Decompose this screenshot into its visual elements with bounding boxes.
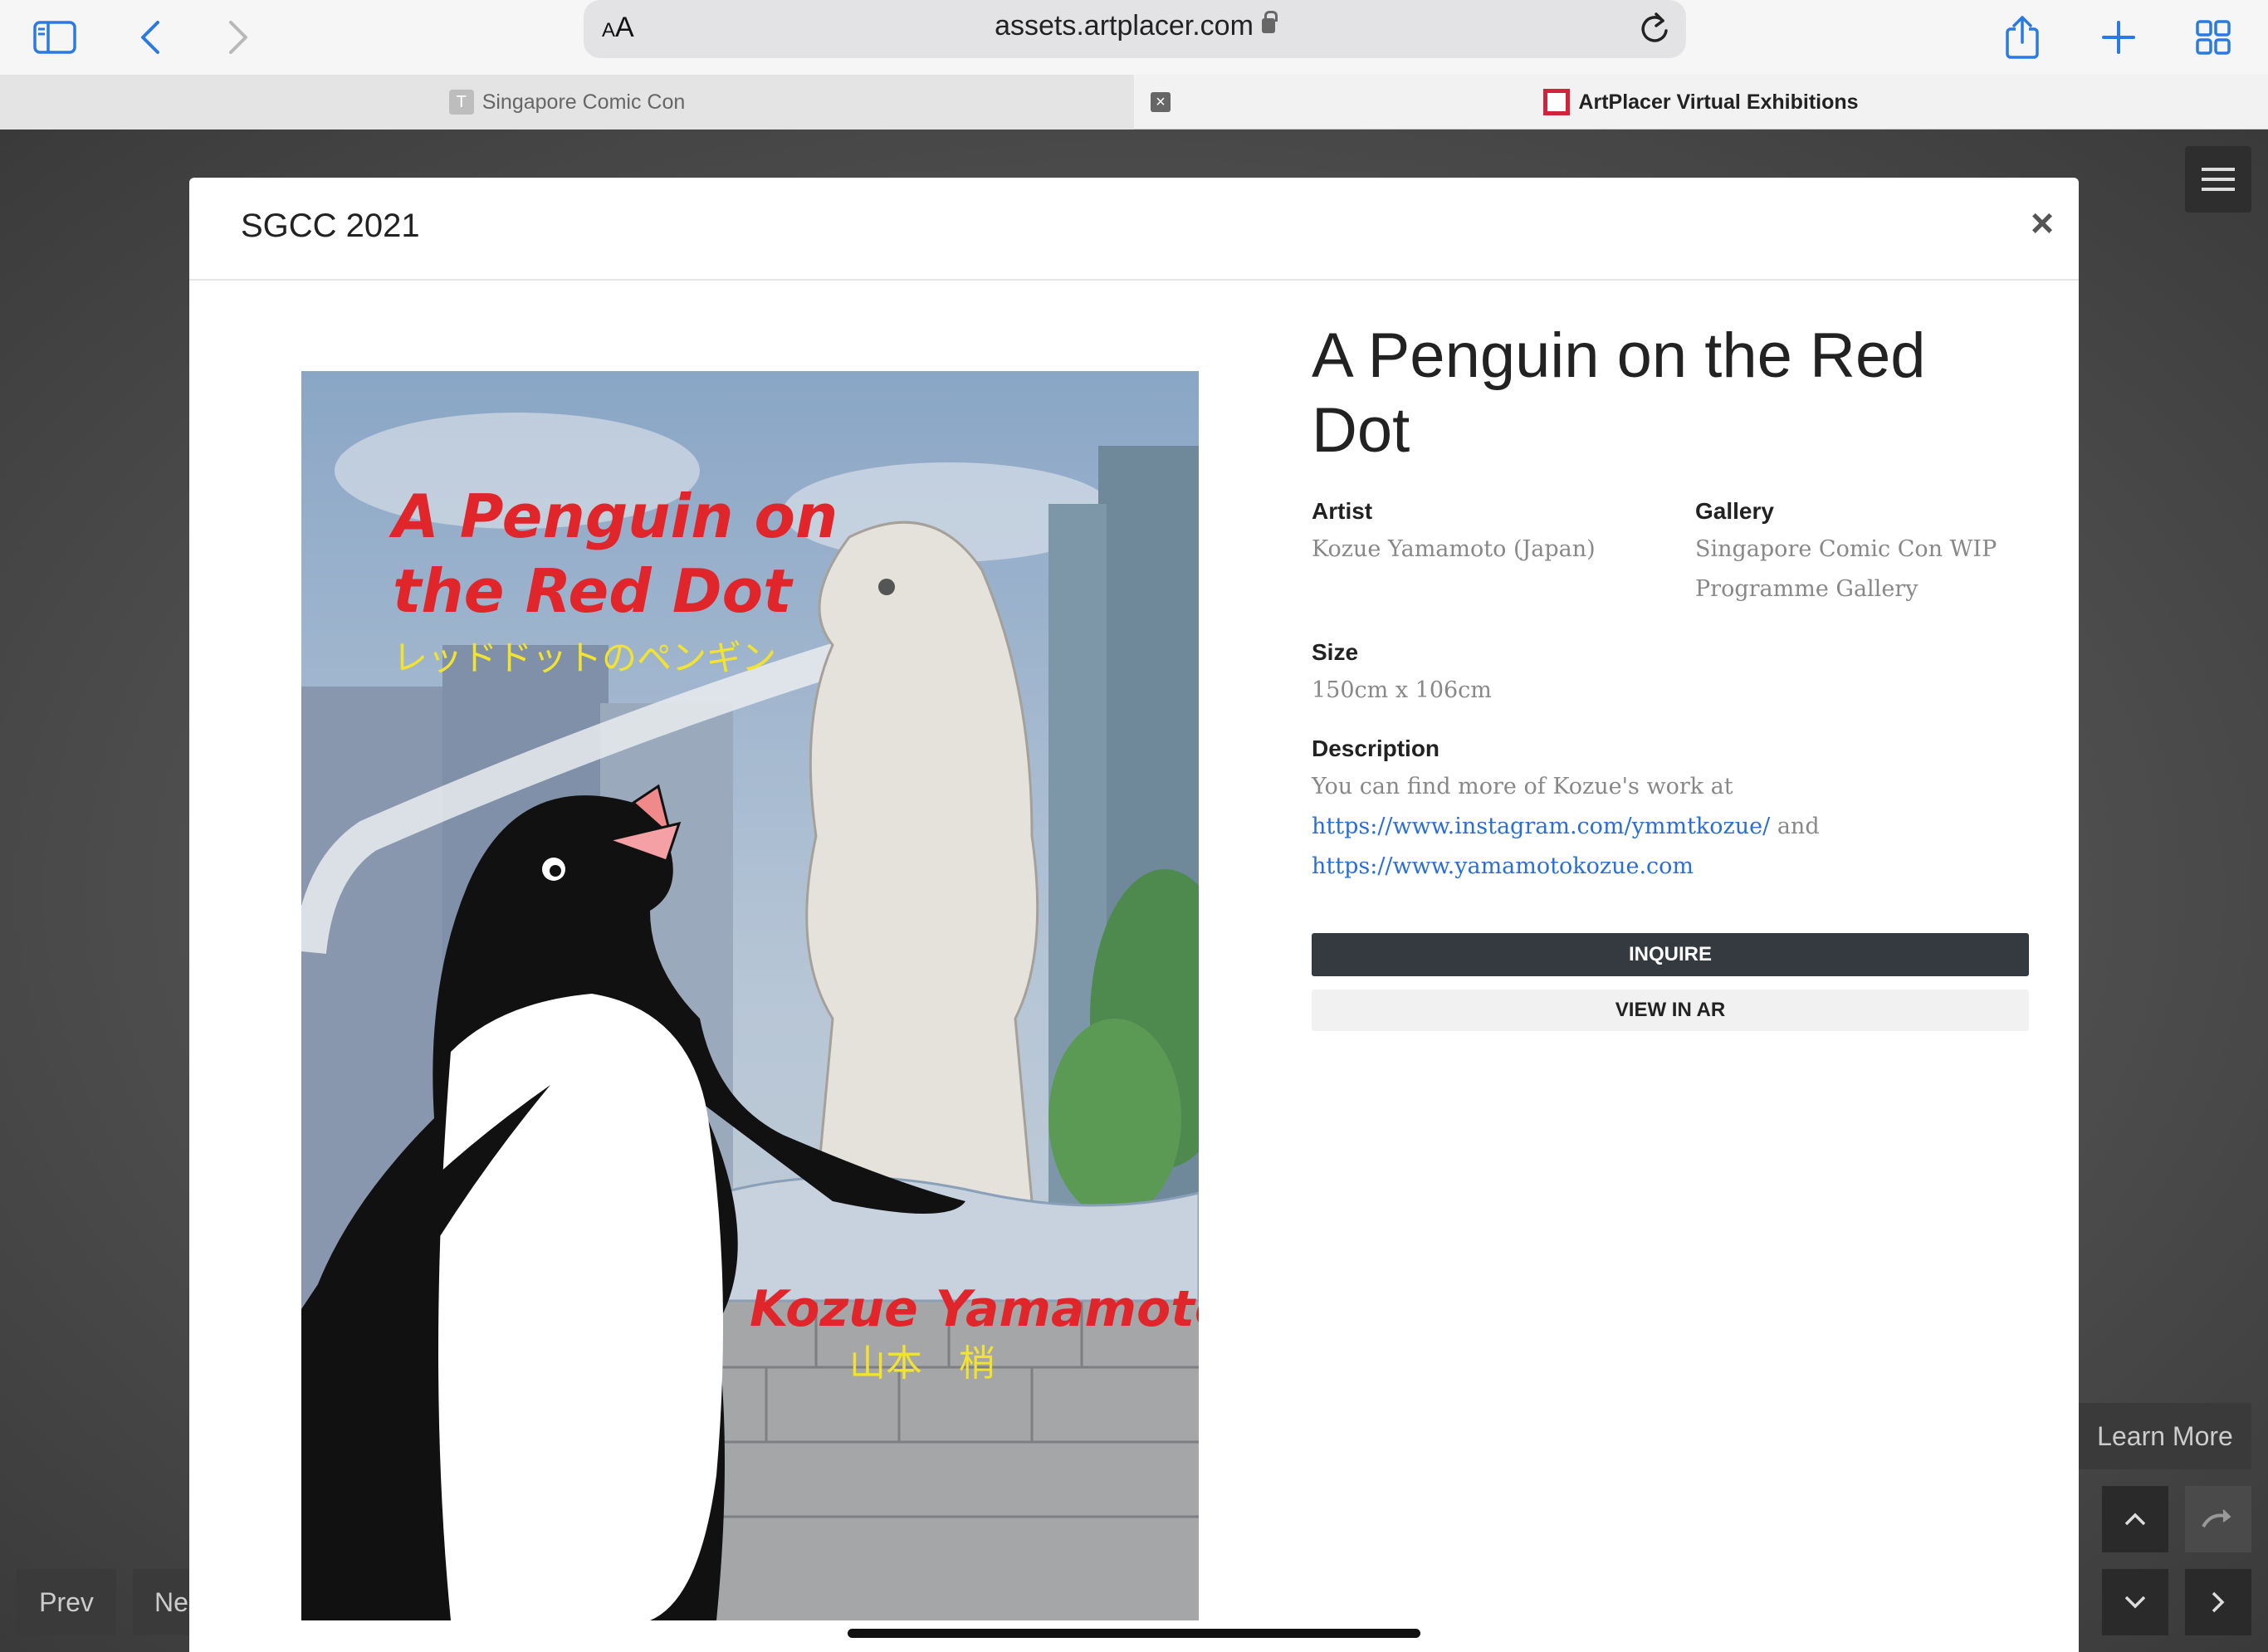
cover-title-line2: the Red Dot xyxy=(393,556,794,626)
tab-label: Singapore Comic Con xyxy=(481,90,686,114)
learn-more-button[interactable]: Learn More xyxy=(2079,1403,2251,1469)
artwork-title: A Penguin on the Red Dot xyxy=(1312,320,1926,466)
url-text[interactable]: assets.artplacer.com xyxy=(584,10,1686,42)
modal-title: SGCC 2021 xyxy=(241,208,420,244)
prev-button[interactable]: Prev xyxy=(17,1569,116,1635)
artwork-image[interactable]: A Penguin on the Red Dot レッドドットのペンギン Koz… xyxy=(301,371,1199,1620)
cover-title-jp: レッドドットのペンギン xyxy=(393,638,776,678)
chevron-right-button[interactable] xyxy=(2185,1569,2251,1635)
website-link[interactable]: https://www.yamamotokozue.com xyxy=(1312,853,1694,879)
cover-artist-jp: 山本 梢 xyxy=(849,1342,995,1385)
tab-singapore-comic-con[interactable]: T Singapore Comic Con xyxy=(0,75,1134,130)
share-icon[interactable] xyxy=(2004,8,2041,66)
artwork-modal: SGCC 2021 × A Penguin on the Red Dot レッド… xyxy=(189,178,2079,1652)
modal-header: SGCC 2021 × xyxy=(189,178,2079,281)
size-label: Size xyxy=(1312,639,1359,665)
redo-icon[interactable] xyxy=(2185,1486,2251,1552)
tab-overview-icon[interactable] xyxy=(2195,8,2231,66)
inquire-button[interactable]: INQUIRE xyxy=(1312,933,2029,976)
artwork-info-panel: A Penguin on the Red Dot Artist Kozue Ya… xyxy=(1312,319,2029,1031)
new-tab-icon[interactable] xyxy=(2100,8,2137,66)
artplacer-favicon-icon xyxy=(1543,89,1571,115)
back-icon[interactable] xyxy=(139,8,161,66)
artist-value: Kozue Yamamoto (Japan) xyxy=(1312,536,1596,562)
size-value: 150cm x 106cm xyxy=(1312,677,1492,703)
tab-artplacer[interactable]: ArtPlacer Virtual Exhibitions xyxy=(1134,75,2268,130)
hamburger-menu-button[interactable] xyxy=(2185,146,2251,213)
gallery-label: Gallery xyxy=(1695,498,1774,524)
artwork-illustration: A Penguin on the Red Dot レッドドットのペンギン Koz… xyxy=(301,371,1199,1620)
tab-close-icon[interactable]: × xyxy=(1151,92,1171,112)
forward-icon[interactable] xyxy=(227,8,249,66)
chevron-down-button[interactable] xyxy=(2102,1569,2168,1635)
view-in-ar-button[interactable]: VIEW IN AR xyxy=(1312,990,2029,1031)
cover-title-line1: A Penguin on xyxy=(389,481,838,551)
description-label: Description xyxy=(1312,736,1440,761)
cover-artist: Kozue Yamamoto xyxy=(750,1280,1199,1338)
sidebar-icon[interactable] xyxy=(33,8,76,66)
close-icon[interactable]: × xyxy=(2031,201,2054,247)
tab-bar: T Singapore Comic Con ArtPlacer Virtual … xyxy=(0,75,2268,130)
browser-toolbar: AA assets.artplacer.com xyxy=(0,0,2268,75)
reload-icon[interactable] xyxy=(1638,11,1671,51)
instagram-link[interactable]: https://www.instagram.com/ymmtkozue/ xyxy=(1312,814,1770,839)
tab-favicon: T xyxy=(448,90,474,115)
description-text: You can find more of Kozue's work at htt… xyxy=(1312,774,1820,879)
gallery-value: Singapore Comic Con WIP Programme Galler… xyxy=(1695,536,1997,602)
chevron-up-button[interactable] xyxy=(2102,1486,2168,1552)
lock-icon xyxy=(1261,11,1278,33)
artist-label: Artist xyxy=(1312,498,1373,524)
tab-label: ArtPlacer Virtual Exhibitions xyxy=(1578,90,1859,114)
home-indicator xyxy=(848,1629,1420,1638)
address-bar[interactable]: AA assets.artplacer.com xyxy=(584,0,1686,58)
